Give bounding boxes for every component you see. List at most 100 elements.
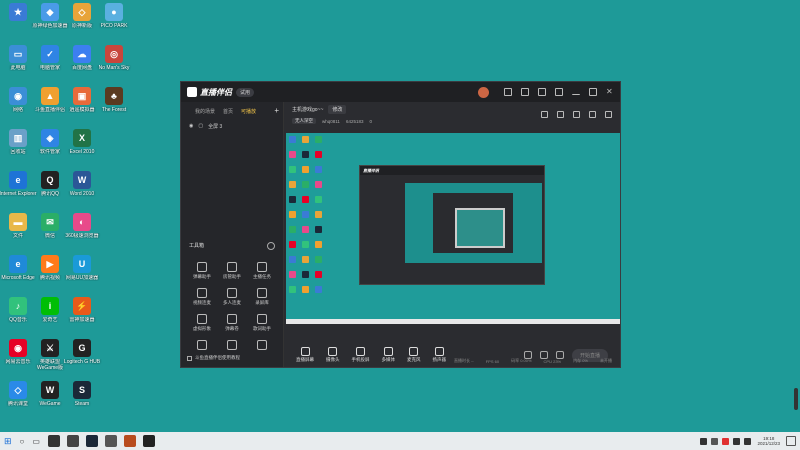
tool-item[interactable] — [247, 340, 277, 352]
tray-icon[interactable] — [700, 437, 708, 445]
home-icon[interactable] — [573, 111, 580, 118]
desktop-icon[interactable]: ◎ No Man's Sky — [97, 45, 131, 83]
task-view-icon[interactable]: ▭ — [32, 437, 40, 446]
stream-preview[interactable]: 直播伴侣 — [286, 133, 620, 324]
scene-item[interactable]: ◉ ▢ 全屏 3 — [181, 119, 283, 134]
tool-icon — [257, 314, 267, 324]
tool-item[interactable]: 多人连麦 — [217, 288, 247, 306]
desktop-icon[interactable]: U 网易UU加速器 — [65, 255, 99, 293]
gift-icon[interactable] — [541, 111, 548, 118]
version-badge[interactable]: 试用 — [236, 87, 255, 97]
share-icon[interactable] — [605, 111, 612, 118]
pinned-app-icon[interactable] — [85, 435, 98, 447]
settings-icon[interactable] — [538, 88, 546, 96]
app-icon: U — [73, 255, 91, 273]
eye-icon[interactable]: ◉ — [189, 123, 193, 130]
desktop-icon[interactable]: Q 腾讯QQ — [33, 171, 67, 209]
preview-desktop-icon — [315, 256, 322, 263]
pinned-app-icon[interactable] — [142, 435, 155, 447]
maximize-icon[interactable] — [589, 88, 597, 96]
tool-item[interactable]: 录屏库 — [247, 288, 277, 306]
tool-item[interactable]: 主播任务 — [247, 262, 277, 280]
tool-item[interactable]: 弹幕助手 — [187, 262, 217, 280]
tool-item[interactable]: 弹幕卷 — [217, 314, 247, 332]
tutorial-link[interactable]: 斗鱼直播伴侣使用教程 — [187, 355, 240, 361]
add-scene-icon[interactable]: + — [274, 107, 279, 115]
desktop-icon[interactable]: G Logitech G HUB — [64, 339, 100, 377]
desktop-icon[interactable]: ▣ 逍遥模拟器 — [65, 87, 99, 125]
desktop-icon[interactable]: ◇ 原神新版 — [65, 3, 99, 41]
app-icon: ✉ — [41, 213, 59, 231]
desktop-icon[interactable]: ▭ 此电脑 — [1, 45, 35, 83]
windows-start-icon[interactable]: ⊞ — [4, 436, 12, 447]
tab-home[interactable]: 首页 — [223, 108, 233, 115]
desktop-icon[interactable]: e Internet Explorer — [0, 171, 36, 209]
tab-my-scenes[interactable]: 我的场景 — [195, 108, 215, 115]
clock[interactable]: 19:18 2021/12/23 — [757, 436, 780, 446]
desktop-icon[interactable]: S Steam — [65, 381, 99, 419]
tool-item[interactable]: 虚拟形象 — [187, 314, 217, 332]
desktop-icon[interactable]: ♣ The Forest — [97, 87, 131, 125]
desktop-icon[interactable]: ⚔ 英雄联盟 WeGame版 — [33, 339, 67, 377]
message-icon[interactable] — [504, 88, 512, 96]
edge-handle[interactable] — [794, 388, 798, 410]
desktop-icon[interactable]: ★ — [1, 3, 35, 41]
tool-item[interactable]: 歌词助手 — [247, 314, 277, 332]
category-tag[interactable]: 无人深空 — [292, 118, 316, 124]
minimize-icon[interactable] — [572, 90, 580, 95]
app-icon: ★ — [9, 3, 27, 21]
notification-icon[interactable] — [786, 436, 796, 446]
lock-room-icon[interactable] — [557, 111, 564, 118]
desktop-icon[interactable]: W Word 2010 — [65, 171, 99, 209]
tray-icon[interactable] — [744, 437, 752, 445]
pinned-app-icon[interactable] — [123, 435, 136, 447]
desktop-icon[interactable]: ◈ 软件管家 — [33, 129, 67, 167]
info-icon[interactable] — [267, 242, 275, 250]
tab-playable[interactable]: 可播放 — [241, 108, 256, 115]
room-name: 主机游戏go~~ — [292, 106, 324, 113]
tool-item[interactable] — [217, 340, 247, 352]
avatar[interactable] — [478, 86, 489, 98]
edit-room-button[interactable]: 修改 — [328, 104, 347, 114]
desktop-icon[interactable]: ✓ 电脑管家 — [33, 45, 67, 83]
pinned-app-icon[interactable] — [47, 435, 60, 447]
desktop-icon[interactable]: e Microsoft Edge — [1, 255, 35, 293]
tool-item[interactable]: 视频连麦 — [187, 288, 217, 306]
desktop-icon[interactable]: ✉ 微信 — [33, 213, 67, 251]
desktop-icon[interactable]: ▲ 斗鱼直播伴侣 — [33, 87, 67, 125]
tool-label: 弹幕助手 — [193, 274, 211, 279]
search-icon[interactable]: ○ — [20, 437, 25, 446]
desktop-icon[interactable]: ◇ 腾讯课堂 — [1, 381, 35, 419]
preview-taskbar — [286, 319, 620, 324]
desktop-icon[interactable]: ⚡ 雷神加速器 — [65, 297, 99, 335]
tray-icon[interactable] — [722, 437, 730, 445]
skin-icon[interactable] — [521, 88, 529, 96]
desktop-icon[interactable]: ◉ 网络 — [1, 87, 35, 125]
tool-item[interactable]: 房管助手 — [217, 262, 247, 280]
close-icon[interactable]: ✕ — [606, 88, 614, 96]
desktop-icon[interactable]: ◐ 360极速浏览器 — [65, 213, 99, 251]
desktop-icon[interactable]: ◆ 原神绿色加速器 — [32, 3, 68, 41]
tray-icon[interactable] — [711, 437, 719, 445]
preview-desktop-icon — [315, 196, 322, 203]
desktop-icon[interactable]: ▬ 文件 — [1, 213, 35, 251]
desktop-icon[interactable]: ♪ QQ音乐 — [1, 297, 35, 335]
bell-icon[interactable] — [589, 111, 596, 118]
desktop-icon[interactable]: ◉ 网易云音乐 — [1, 339, 35, 377]
desktop-icon[interactable]: W WeGame — [33, 381, 67, 419]
desktop-icon[interactable]: ☁ 百度网盘 — [65, 45, 99, 83]
desktop-icon[interactable]: i 爱奇艺 — [33, 297, 67, 335]
menu-icon[interactable] — [555, 88, 563, 96]
app-icon: e — [9, 171, 27, 189]
desktop-icon[interactable]: ▶ 腾讯视频 — [33, 255, 67, 293]
lock-icon[interactable]: ▢ — [198, 123, 203, 130]
pinned-app-icon[interactable] — [104, 435, 117, 447]
desktop-icon[interactable]: X Excel 2010 — [65, 129, 99, 167]
app-icon: ◈ — [41, 129, 59, 147]
tray-icon[interactable] — [733, 437, 741, 445]
pinned-app-icon[interactable] — [66, 435, 79, 447]
tool-item[interactable] — [187, 340, 217, 352]
desktop-icon[interactable]: ● PICO PARK — [97, 3, 131, 41]
desktop-icon[interactable]: ▥ 回收站 — [1, 129, 35, 167]
preview-desktop-icon — [289, 226, 296, 233]
